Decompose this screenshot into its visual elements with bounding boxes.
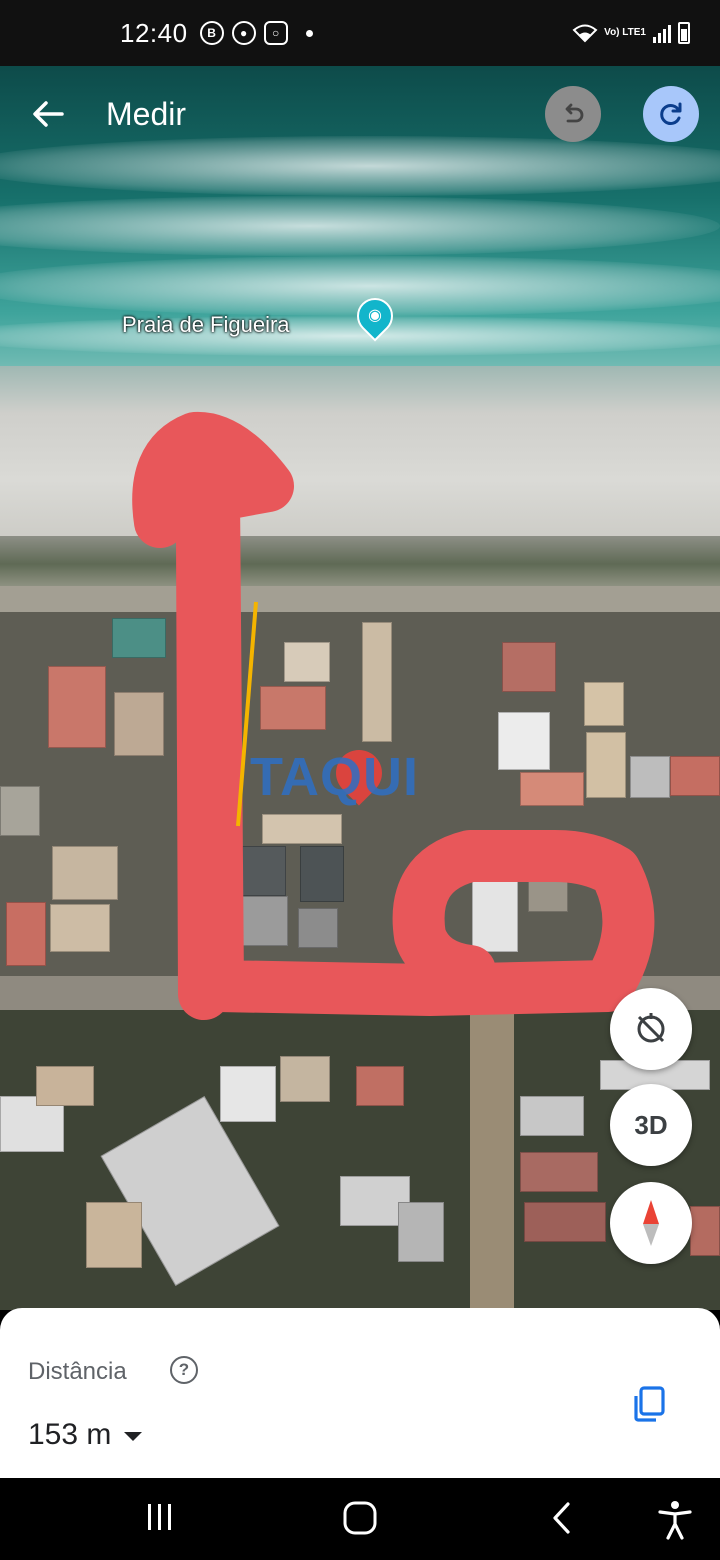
tilt-icon <box>637 1013 665 1043</box>
undo-icon <box>565 103 584 123</box>
watermark: TAQUI <box>250 747 419 807</box>
notification-dot <box>305 29 313 37</box>
measure-toolbar: Medir <box>0 66 720 162</box>
red-arrow-annotation <box>132 412 655 1020</box>
compass-button[interactable] <box>610 1182 692 1264</box>
signal-icon <box>653 25 671 43</box>
compass-icon <box>643 1200 659 1246</box>
wifi-icon <box>572 24 598 43</box>
status-bar: 12:40 B ● ○ Vo) LTE1 <box>0 0 720 66</box>
page-title: Medir <box>106 96 187 132</box>
copy-icon[interactable] <box>630 1384 670 1424</box>
redo-button[interactable] <box>643 86 699 142</box>
tilt-button[interactable] <box>610 988 692 1070</box>
accessibility-icon[interactable] <box>656 1500 694 1540</box>
instagram-icon: ○ <box>263 21 288 45</box>
measure-sheet: Distância ? 153 m <box>0 1308 720 1478</box>
place-label[interactable]: Praia de Figueira <box>122 312 290 338</box>
question-icon[interactable]: ? <box>170 1356 198 1384</box>
3d-button[interactable]: 3D <box>610 1084 692 1166</box>
status-right: Vo) LTE1 <box>572 22 690 44</box>
status-time: 12:40 <box>120 17 188 48</box>
network-type: Vo) LTE1 <box>604 27 646 38</box>
distance-label: Distância <box>28 1358 127 1385</box>
distance-value[interactable]: 153 m <box>28 1418 111 1452</box>
back-icon[interactable] <box>548 1500 576 1536</box>
b-icon: B <box>199 21 224 45</box>
home-icon[interactable] <box>342 1500 378 1536</box>
recents-icon[interactable] <box>144 1500 176 1534</box>
battery-icon <box>678 22 690 44</box>
arrow-left-icon[interactable] <box>28 94 68 134</box>
chrome-icon: ● <box>231 21 256 45</box>
system-navbar <box>0 1478 720 1560</box>
undo-button[interactable] <box>545 86 601 142</box>
caret-down-icon[interactable] <box>124 1432 142 1441</box>
redo-icon <box>660 102 682 125</box>
